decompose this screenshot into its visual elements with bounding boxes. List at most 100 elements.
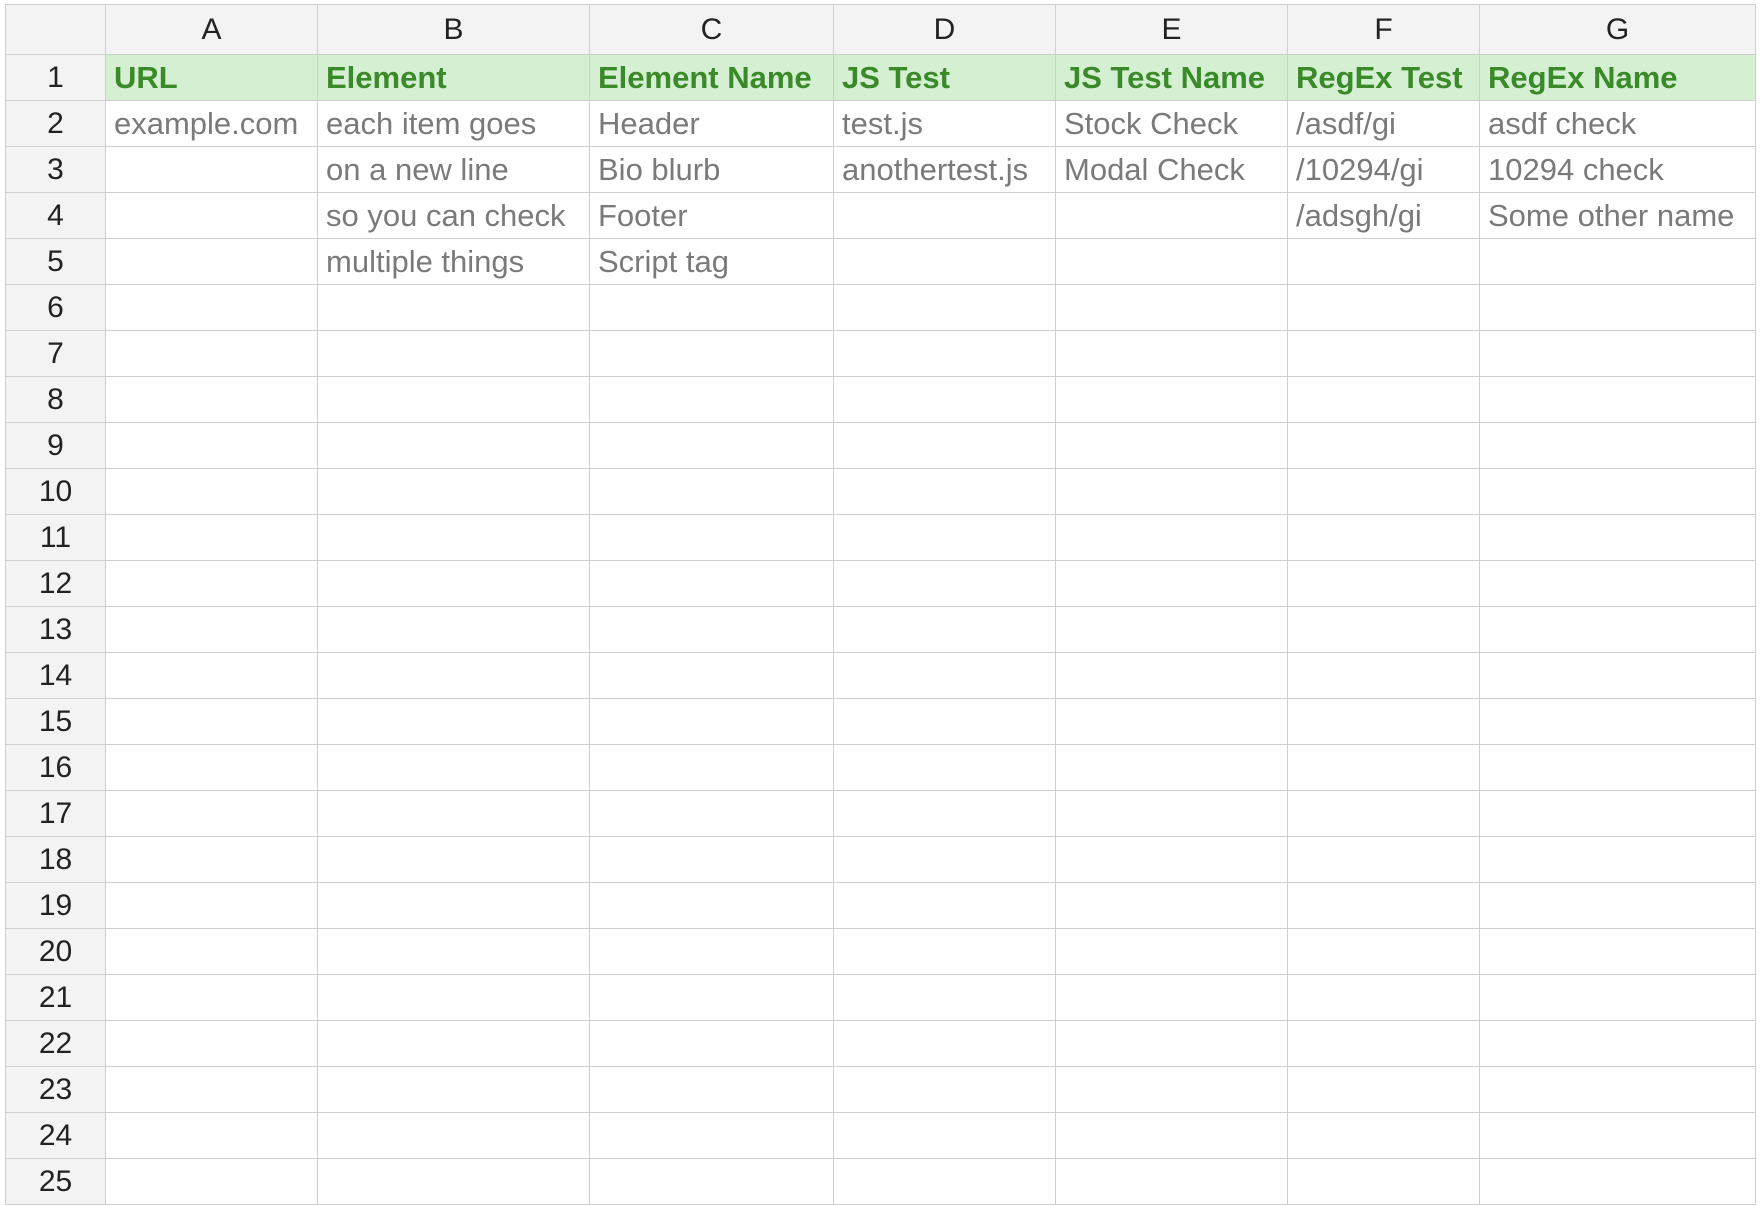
cell-d4[interactable] — [833, 192, 1056, 239]
cell-b7[interactable] — [317, 330, 590, 377]
row-header[interactable]: 1 — [5, 54, 106, 101]
cell-d25[interactable] — [833, 1158, 1056, 1205]
cell-c3[interactable]: Bio blurb — [589, 146, 834, 193]
cell-g21[interactable] — [1479, 974, 1756, 1021]
cell-c17[interactable] — [589, 790, 834, 837]
cell-b24[interactable] — [317, 1112, 590, 1159]
cell-a4[interactable] — [105, 192, 318, 239]
row-header[interactable]: 3 — [5, 146, 106, 193]
cell-e12[interactable] — [1055, 560, 1288, 607]
cell-g15[interactable] — [1479, 698, 1756, 745]
cell-e2[interactable]: Stock Check — [1055, 100, 1288, 147]
cell-f20[interactable] — [1287, 928, 1480, 975]
row-header[interactable]: 19 — [5, 882, 106, 929]
row-header[interactable]: 24 — [5, 1112, 106, 1159]
cell-a11[interactable] — [105, 514, 318, 561]
cell-g11[interactable] — [1479, 514, 1756, 561]
cell-g4[interactable]: Some other name — [1479, 192, 1756, 239]
cell-c20[interactable] — [589, 928, 834, 975]
cell-e8[interactable] — [1055, 376, 1288, 423]
cell-c1[interactable]: Element Name — [589, 54, 834, 101]
cell-g16[interactable] — [1479, 744, 1756, 791]
cell-e6[interactable] — [1055, 284, 1288, 331]
cell-c21[interactable] — [589, 974, 834, 1021]
cell-d8[interactable] — [833, 376, 1056, 423]
cell-e3[interactable]: Modal Check — [1055, 146, 1288, 193]
cell-e13[interactable] — [1055, 606, 1288, 653]
row-header[interactable]: 20 — [5, 928, 106, 975]
cell-a19[interactable] — [105, 882, 318, 929]
row-header[interactable]: 11 — [5, 514, 106, 561]
cell-g17[interactable] — [1479, 790, 1756, 837]
cell-c13[interactable] — [589, 606, 834, 653]
cell-f1[interactable]: RegEx Test — [1287, 54, 1480, 101]
cell-d7[interactable] — [833, 330, 1056, 377]
cell-a7[interactable] — [105, 330, 318, 377]
cell-f17[interactable] — [1287, 790, 1480, 837]
cell-g19[interactable] — [1479, 882, 1756, 929]
cell-d2[interactable]: test.js — [833, 100, 1056, 147]
cell-b13[interactable] — [317, 606, 590, 653]
cell-f10[interactable] — [1287, 468, 1480, 515]
row-header[interactable]: 12 — [5, 560, 106, 607]
row-header[interactable]: 22 — [5, 1020, 106, 1067]
cell-d11[interactable] — [833, 514, 1056, 561]
cell-d10[interactable] — [833, 468, 1056, 515]
cell-e1[interactable]: JS Test Name — [1055, 54, 1288, 101]
cell-e5[interactable] — [1055, 238, 1288, 285]
cell-a18[interactable] — [105, 836, 318, 883]
cell-e19[interactable] — [1055, 882, 1288, 929]
cell-b10[interactable] — [317, 468, 590, 515]
cell-a3[interactable] — [105, 146, 318, 193]
cell-g18[interactable] — [1479, 836, 1756, 883]
cell-b8[interactable] — [317, 376, 590, 423]
column-header-e[interactable]: E — [1055, 4, 1288, 55]
row-header[interactable]: 23 — [5, 1066, 106, 1113]
row-header[interactable]: 4 — [5, 192, 106, 239]
cell-a24[interactable] — [105, 1112, 318, 1159]
cell-e14[interactable] — [1055, 652, 1288, 699]
cell-a20[interactable] — [105, 928, 318, 975]
row-header[interactable]: 25 — [5, 1158, 106, 1205]
row-header[interactable]: 18 — [5, 836, 106, 883]
column-header-b[interactable]: B — [317, 4, 590, 55]
cell-g1[interactable]: RegEx Name — [1479, 54, 1756, 101]
cell-b9[interactable] — [317, 422, 590, 469]
cell-b23[interactable] — [317, 1066, 590, 1113]
cell-c15[interactable] — [589, 698, 834, 745]
cell-b5[interactable]: multiple things — [317, 238, 590, 285]
select-all-corner[interactable] — [5, 4, 106, 55]
cell-c9[interactable] — [589, 422, 834, 469]
column-header-c[interactable]: C — [589, 4, 834, 55]
cell-c11[interactable] — [589, 514, 834, 561]
cell-b20[interactable] — [317, 928, 590, 975]
cell-a12[interactable] — [105, 560, 318, 607]
cell-a15[interactable] — [105, 698, 318, 745]
cell-f21[interactable] — [1287, 974, 1480, 1021]
cell-d3[interactable]: anothertest.js — [833, 146, 1056, 193]
cell-e15[interactable] — [1055, 698, 1288, 745]
cell-e24[interactable] — [1055, 1112, 1288, 1159]
cell-f13[interactable] — [1287, 606, 1480, 653]
cell-g3[interactable]: 10294 check — [1479, 146, 1756, 193]
cell-f18[interactable] — [1287, 836, 1480, 883]
cell-c16[interactable] — [589, 744, 834, 791]
cell-c25[interactable] — [589, 1158, 834, 1205]
cell-b4[interactable]: so you can check — [317, 192, 590, 239]
row-header[interactable]: 21 — [5, 974, 106, 1021]
cell-d9[interactable] — [833, 422, 1056, 469]
cell-a1[interactable]: URL — [105, 54, 318, 101]
cell-d22[interactable] — [833, 1020, 1056, 1067]
row-header[interactable]: 10 — [5, 468, 106, 515]
cell-c4[interactable]: Footer — [589, 192, 834, 239]
cell-b16[interactable] — [317, 744, 590, 791]
cell-c23[interactable] — [589, 1066, 834, 1113]
cell-f4[interactable]: /adsgh/gi — [1287, 192, 1480, 239]
row-header[interactable]: 8 — [5, 376, 106, 423]
cell-f11[interactable] — [1287, 514, 1480, 561]
cell-d21[interactable] — [833, 974, 1056, 1021]
cell-g12[interactable] — [1479, 560, 1756, 607]
cell-a2[interactable]: example.com — [105, 100, 318, 147]
cell-e16[interactable] — [1055, 744, 1288, 791]
cell-b14[interactable] — [317, 652, 590, 699]
